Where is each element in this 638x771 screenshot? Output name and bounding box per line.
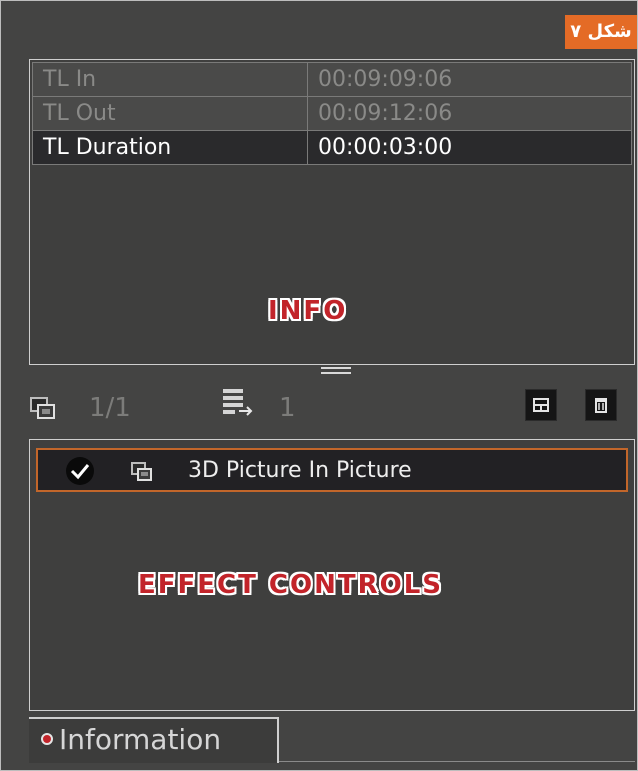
table-cell-key: TL In (32, 62, 308, 97)
table-row[interactable]: TL Duration 00:00:03:00 (32, 130, 632, 165)
delete-icon (595, 398, 607, 413)
effect-controls-watermark: EFFECT CONTROLS (138, 570, 444, 600)
info-watermark: INFO (268, 296, 348, 326)
window-frame: شکل ۷ TL In 00:09:09:06 TL Out 00:09:12:… (0, 0, 638, 771)
table-cell-key: TL Duration (32, 130, 308, 165)
table-row[interactable]: TL Out 00:09:12:06 (32, 96, 632, 131)
table-cell-value: 00:09:12:06 (307, 96, 632, 131)
effect-list-icon[interactable] (221, 387, 253, 416)
info-panel: TL In 00:09:09:06 TL Out 00:09:12:06 TL … (29, 59, 635, 365)
panel-splitter-handle[interactable] (321, 367, 351, 377)
info-table: TL In 00:09:09:06 TL Out 00:09:12:06 TL … (32, 62, 632, 165)
table-cell-value: 00:09:09:06 (307, 62, 632, 97)
effect-enable-checkbox[interactable] (66, 457, 94, 485)
expand-view-button[interactable] (525, 389, 557, 421)
effect-controls-panel: 3D Picture In Picture EFFECT CONTROLS (29, 439, 635, 711)
figure-label: شکل ۷ (565, 15, 637, 49)
tab-label: Information (59, 723, 222, 756)
checkmark-icon (70, 464, 90, 480)
tab-bar-divider (279, 761, 635, 762)
effect-counter: 1 (279, 393, 296, 423)
expand-view-icon (533, 398, 549, 412)
layer-icon (130, 460, 154, 484)
effect-toolbar: 1/1 1 (29, 387, 635, 431)
layer-icon[interactable] (29, 395, 57, 423)
tab-status-icon (41, 733, 53, 745)
table-row[interactable]: TL In 00:09:09:06 (32, 62, 632, 97)
table-cell-value: 00:00:03:00 (307, 130, 632, 165)
delete-button[interactable] (585, 389, 617, 421)
tab-information[interactable]: Information (29, 717, 279, 763)
effect-name: 3D Picture In Picture (188, 458, 412, 483)
layer-counter: 1/1 (89, 393, 131, 423)
effect-list-item[interactable]: 3D Picture In Picture (36, 448, 628, 492)
table-cell-key: TL Out (32, 96, 308, 131)
